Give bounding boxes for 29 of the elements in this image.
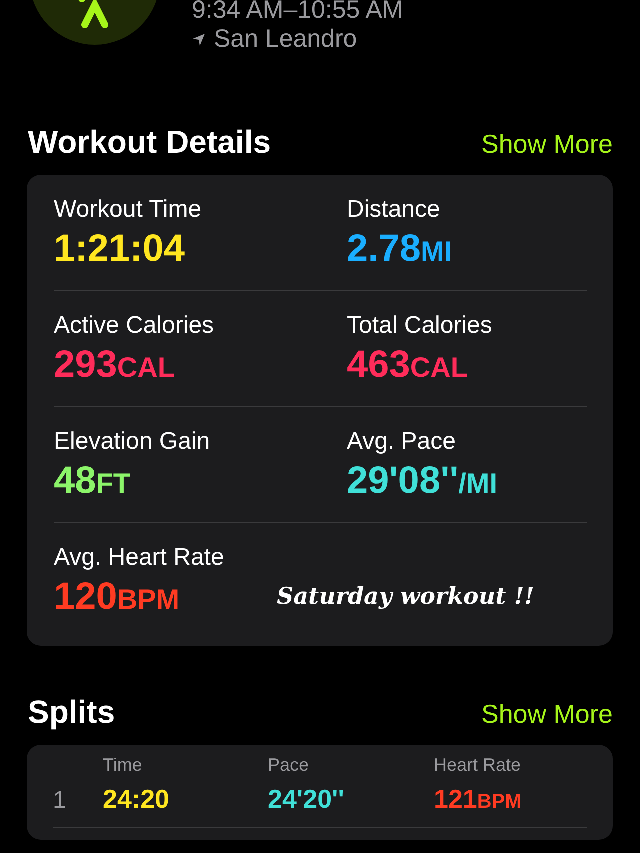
metric-value: 29'08''/MI — [347, 459, 498, 504]
metric-label: Avg. Pace — [347, 427, 456, 457]
metric-label: Total Calories — [347, 311, 492, 341]
metric-label: Elevation Gain — [54, 427, 210, 457]
show-more-link[interactable]: Show More — [482, 699, 613, 730]
metric-label: Active Calories — [54, 311, 214, 341]
metric-value: 2.78MI — [347, 227, 452, 272]
split-value: 24'20'' — [268, 784, 346, 815]
column-header: Pace — [268, 755, 310, 776]
metric-label: Workout Time — [54, 195, 202, 225]
metric-value: 293CAL — [54, 343, 175, 388]
metric-value: 463CAL — [347, 343, 468, 388]
handwritten-note: Saturday workout !! — [277, 583, 536, 610]
split-value: 24:20 — [103, 784, 170, 815]
split-number: 1 — [53, 787, 68, 815]
metric-value: 48FT — [54, 459, 130, 504]
metric-label: Distance — [347, 195, 440, 225]
show-more-link[interactable]: Show More — [482, 129, 613, 160]
column-header: Heart Rate — [434, 755, 522, 776]
metric-value: 120BPM — [54, 575, 180, 620]
time-range: 9:34 AM–10:55 AM — [192, 0, 404, 25]
column-header: Time — [103, 755, 144, 776]
metric-value: 1:21:04 — [54, 227, 185, 272]
metric-label: Avg. Heart Rate — [54, 543, 224, 573]
location-arrow-icon — [192, 32, 206, 46]
split-value: 121BPM — [434, 784, 523, 815]
section-title: Workout Details — [28, 124, 271, 161]
section-title: Splits — [28, 694, 116, 731]
location-text: San Leandro — [214, 25, 358, 54]
